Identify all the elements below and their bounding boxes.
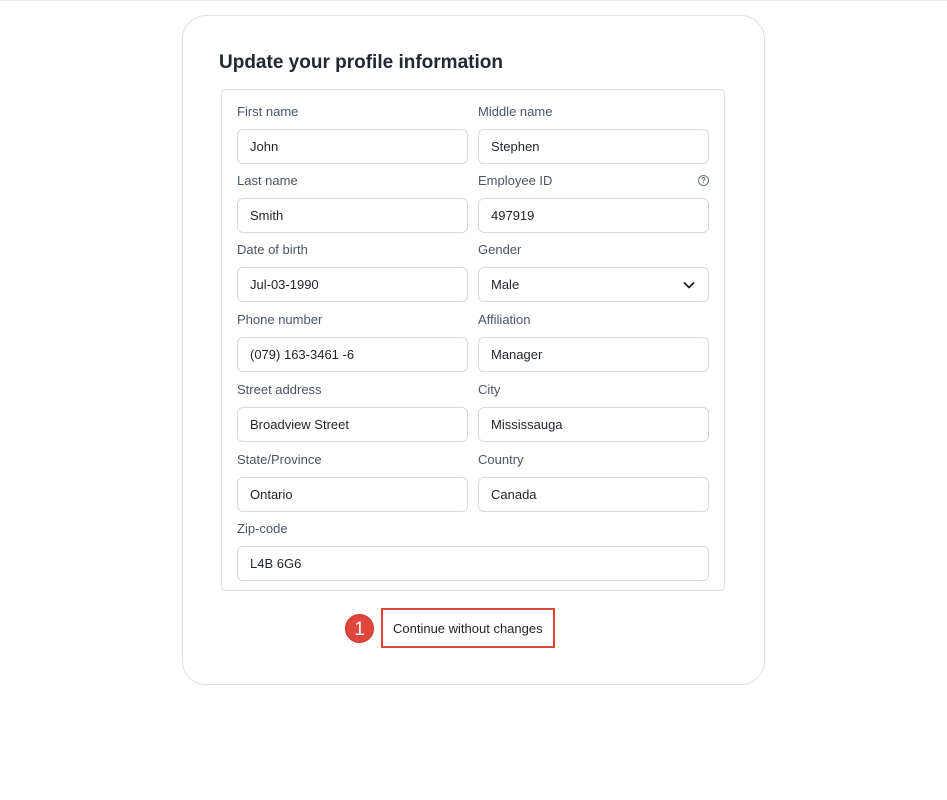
zip-label: Zip-code: [237, 521, 288, 536]
first-name-field: First name John: [237, 103, 468, 164]
profile-card: Update your profile information First na…: [182, 15, 765, 685]
last-name-input[interactable]: Smith: [237, 198, 468, 233]
continue-row: 1 Continue without changes: [345, 608, 555, 648]
page-title: Update your profile information: [219, 52, 503, 73]
gender-field: Gender Male: [478, 241, 709, 302]
middle-name-label: Middle name: [478, 104, 553, 119]
city-input[interactable]: Mississauga: [478, 407, 709, 442]
zip-input[interactable]: L4B 6G6: [237, 546, 709, 581]
employee-id-input[interactable]: 497919: [478, 198, 709, 233]
affiliation-label: Affiliation: [478, 312, 531, 327]
state-label: State/Province: [237, 452, 322, 467]
affiliation-input[interactable]: Manager: [478, 337, 709, 372]
country-label: Country: [478, 452, 524, 467]
gender-label: Gender: [478, 242, 522, 257]
state-input[interactable]: Ontario: [237, 477, 468, 512]
profile-form: First name John Middle name Stephen Last…: [221, 89, 725, 591]
country-field: Country Canada: [478, 451, 709, 512]
phone-label: Phone number: [237, 312, 323, 327]
middle-name-input[interactable]: Stephen: [478, 129, 709, 164]
gender-select[interactable]: Male: [478, 267, 709, 302]
phone-field: Phone number (079) 163-3461 -6: [237, 311, 468, 372]
last-name-label: Last name: [237, 173, 298, 188]
question-circle-icon[interactable]: ?: [698, 175, 709, 186]
street-field: Street address Broadview Street: [237, 381, 468, 442]
continue-without-changes-button[interactable]: Continue without changes: [381, 608, 555, 648]
employee-id-label: Employee ID: [478, 173, 553, 188]
dob-label: Date of birth: [237, 242, 308, 257]
dob-input[interactable]: Jul-03-1990: [237, 267, 468, 302]
dob-field: Date of birth Jul-03-1990: [237, 241, 468, 302]
employee-id-field: Employee ID ? 497919: [478, 172, 709, 233]
phone-input[interactable]: (079) 163-3461 -6: [237, 337, 468, 372]
state-field: State/Province Ontario: [237, 451, 468, 512]
zip-field: Zip-code L4B 6G6: [237, 520, 709, 581]
middle-name-field: Middle name Stephen: [478, 103, 709, 164]
country-input[interactable]: Canada: [478, 477, 709, 512]
chevron-down-icon: [683, 281, 695, 288]
affiliation-field: Affiliation Manager: [478, 311, 709, 372]
city-field: City Mississauga: [478, 381, 709, 442]
city-label: City: [478, 382, 501, 397]
top-divider: [0, 0, 947, 1]
step-badge: 1: [345, 613, 374, 643]
street-label: Street address: [237, 382, 322, 397]
first-name-label: First name: [237, 104, 299, 119]
last-name-field: Last name Smith: [237, 172, 468, 233]
first-name-input[interactable]: John: [237, 129, 468, 164]
street-input[interactable]: Broadview Street: [237, 407, 468, 442]
